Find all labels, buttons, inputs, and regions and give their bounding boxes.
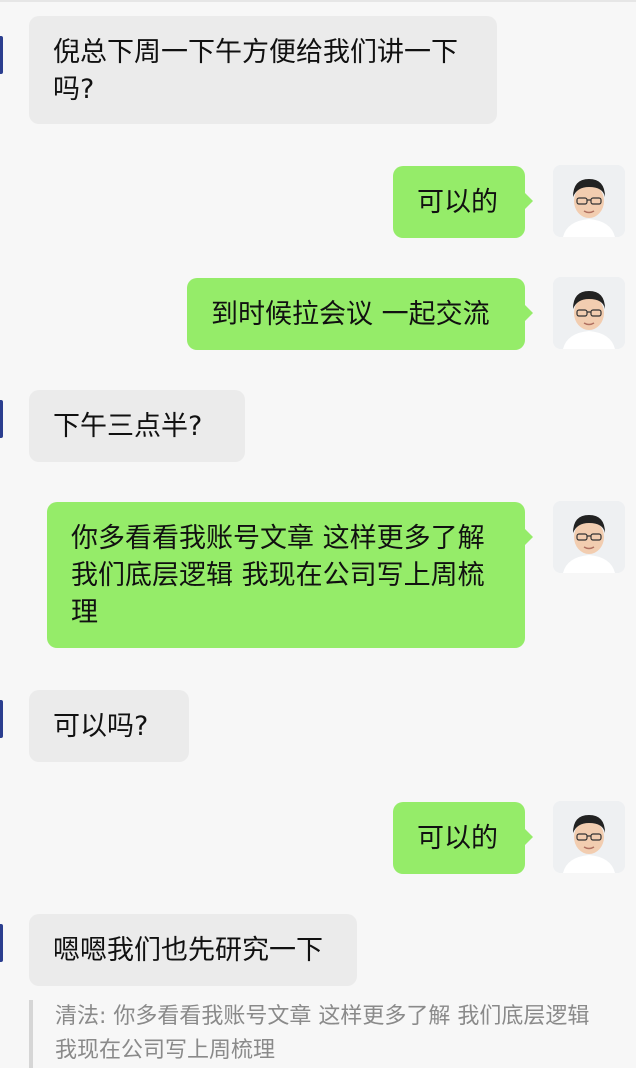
message-bubble-received[interactable]: 倪总下周一下午方便给我们讲一下吗? xyxy=(29,16,497,124)
avatar-edge xyxy=(0,400,3,438)
avatar-icon xyxy=(553,165,625,237)
message-bubble-received[interactable]: 下午三点半? xyxy=(29,390,245,462)
avatar[interactable] xyxy=(553,501,625,573)
message-bubble-sent[interactable]: 可以的 xyxy=(393,166,533,238)
top-divider xyxy=(0,0,636,2)
avatar[interactable] xyxy=(553,801,625,873)
avatar-icon xyxy=(553,801,625,873)
message-bubble-sent[interactable]: 到时候拉会议 一起交流 xyxy=(187,278,533,350)
avatar[interactable] xyxy=(553,165,625,237)
avatar-edge xyxy=(0,924,3,962)
message-bubble-received[interactable]: 可以吗? xyxy=(29,690,189,762)
message-bubble-received[interactable]: 嗯嗯我们也先研究一下 xyxy=(29,914,357,986)
quoted-message[interactable]: 清法: 你多看看我账号文章 这样更多了解 我们底层逻辑 我现在公司写上周梳理 xyxy=(29,1000,599,1068)
message-bubble-sent[interactable]: 你多看看我账号文章 这样更多了解我们底层逻辑 我现在公司写上周梳理 xyxy=(47,502,533,648)
avatar-edge xyxy=(0,36,3,74)
avatar-icon xyxy=(553,501,625,573)
avatar-edge xyxy=(0,700,3,738)
avatar[interactable] xyxy=(553,277,625,349)
avatar-icon xyxy=(553,277,625,349)
message-bubble-sent[interactable]: 可以的 xyxy=(393,802,533,874)
